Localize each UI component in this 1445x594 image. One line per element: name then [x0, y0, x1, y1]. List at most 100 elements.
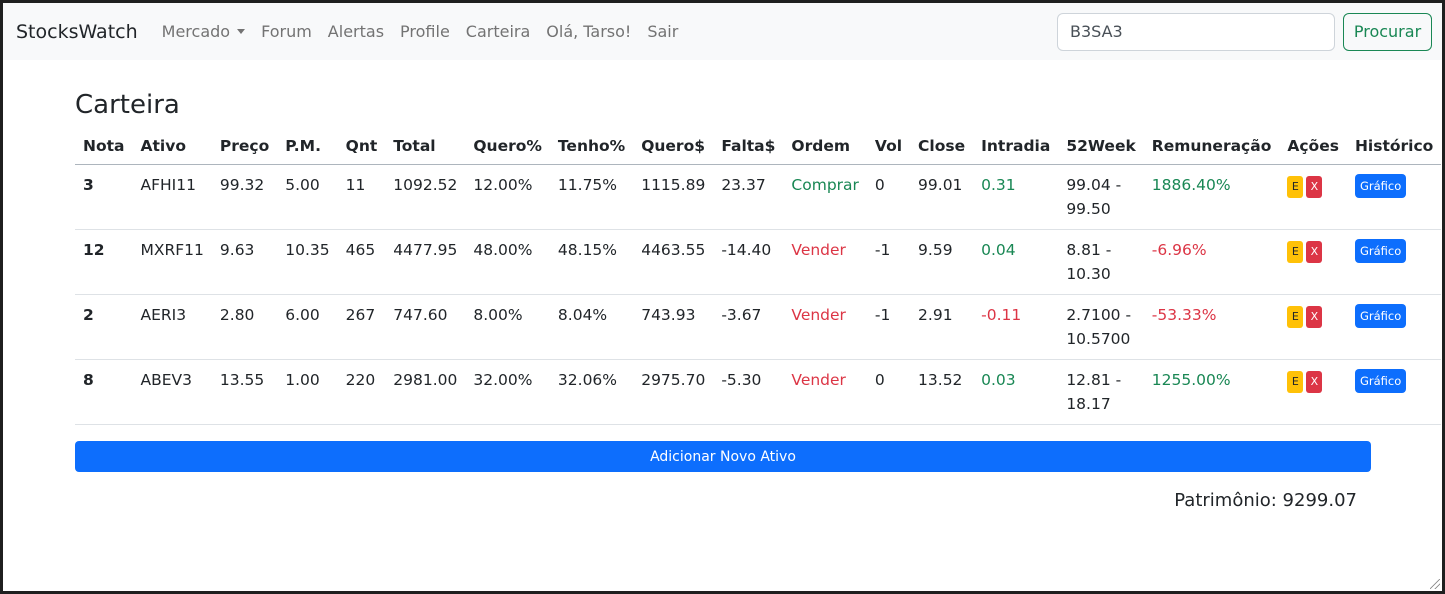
delete-button[interactable]: X	[1306, 176, 1323, 198]
delete-button[interactable]: X	[1306, 306, 1323, 328]
cell-total: 747.60	[385, 294, 466, 360]
col-header: Histórico	[1346, 129, 1442, 165]
cell-quero-pct: 32.00%	[465, 359, 550, 425]
cell-vol: -1	[866, 294, 911, 360]
cell-acoes: EX	[1279, 229, 1347, 295]
delete-button[interactable]: X	[1306, 241, 1323, 263]
cell-tenho-pct: 8.04%	[549, 294, 634, 360]
cell-tenho-pct: 11.75%	[549, 164, 634, 230]
table-row: 3 AFHI11 99.32 5.00 11 1092.52 12.00% 11…	[75, 164, 1442, 230]
cell-qnt: 465	[337, 229, 386, 295]
col-header: Vol	[866, 129, 911, 165]
cell-vol: 0	[866, 164, 911, 230]
cell-nota: 2	[75, 294, 133, 360]
nav-item-alertas[interactable]: Alertas	[328, 22, 384, 41]
col-header: P.M.	[277, 129, 338, 165]
cell-pm: 1.00	[277, 359, 338, 425]
cell-falta: -3.67	[713, 294, 784, 360]
cell-52week: 99.04 - 99.50	[1058, 164, 1144, 230]
cell-nota: 12	[75, 229, 133, 295]
cell-historico: Gráfico	[1346, 294, 1442, 360]
cell-nota: 3	[75, 164, 133, 230]
col-header: Nota	[75, 129, 133, 165]
cell-total: 4477.95	[385, 229, 466, 295]
cell-total: 2981.00	[385, 359, 466, 425]
cell-quero-val: 2975.70	[633, 359, 714, 425]
search-form: Procurar	[1057, 12, 1432, 51]
nav-item-carteira[interactable]: Carteira	[466, 22, 531, 41]
page-title: Carteira	[75, 90, 180, 120]
grafico-button[interactable]: Gráfico	[1354, 304, 1407, 328]
cell-ativo: AERI3	[132, 294, 212, 360]
grafico-button[interactable]: Gráfico	[1354, 369, 1407, 393]
portfolio-table: Nota Ativo Preço P.M. Qnt Total Quero% T…	[75, 129, 1442, 425]
cell-intradia: 0.04	[973, 229, 1059, 295]
col-header: Total	[385, 129, 466, 165]
cell-qnt: 267	[337, 294, 386, 360]
grafico-button[interactable]: Gráfico	[1354, 239, 1407, 263]
cell-quero-pct: 12.00%	[465, 164, 550, 230]
cell-preco: 13.55	[211, 359, 278, 425]
nav-menu: Mercado Forum Alertas Profile Carteira O…	[162, 22, 695, 41]
cell-quero-val: 743.93	[633, 294, 714, 360]
main-content: Carteira Nota Ativo Preço P.M. Qnt Total…	[75, 60, 1442, 511]
col-header: Ações	[1279, 129, 1347, 165]
cell-close: 13.52	[910, 359, 974, 425]
cell-intradia: -0.11	[973, 294, 1059, 360]
cell-historico: Gráfico	[1346, 359, 1442, 425]
delete-button[interactable]: X	[1306, 371, 1323, 393]
cell-remuneracao: 1886.40%	[1143, 164, 1280, 230]
cell-ativo: MXRF11	[132, 229, 212, 295]
cell-quero-val: 1115.89	[633, 164, 714, 230]
resize-grip-icon[interactable]	[1430, 579, 1440, 589]
cell-ordem: Vender	[783, 229, 867, 295]
search-button[interactable]: Procurar	[1343, 12, 1432, 51]
cell-total: 1092.52	[385, 164, 466, 230]
cell-52week: 8.81 - 10.30	[1058, 229, 1144, 295]
nav-item-forum[interactable]: Forum	[261, 22, 312, 41]
cell-preco: 2.80	[211, 294, 278, 360]
cell-pm: 5.00	[277, 164, 338, 230]
cell-historico: Gráfico	[1346, 229, 1442, 295]
nav-item-mercado[interactable]: Mercado	[162, 22, 246, 41]
col-header: Quero%	[465, 129, 550, 165]
edit-button[interactable]: E	[1287, 306, 1304, 328]
cell-remuneracao: -6.96%	[1143, 229, 1280, 295]
brand-logo[interactable]: StocksWatch	[16, 21, 138, 43]
cell-vol: 0	[866, 359, 911, 425]
col-header: Quero$	[633, 129, 714, 165]
cell-ativo: ABEV3	[132, 359, 212, 425]
col-header: Preço	[211, 129, 278, 165]
cell-historico: Gráfico	[1346, 164, 1442, 230]
cell-close: 99.01	[910, 164, 974, 230]
cell-ordem: Vender	[783, 294, 867, 360]
cell-falta: -5.30	[713, 359, 784, 425]
cell-remuneracao: 1255.00%	[1143, 359, 1280, 425]
add-asset-button[interactable]: Adicionar Novo Ativo	[75, 441, 1371, 472]
nav-item-profile[interactable]: Profile	[400, 22, 450, 41]
edit-button[interactable]: E	[1287, 176, 1304, 198]
col-header: Close	[910, 129, 974, 165]
col-header: Ordem	[783, 129, 867, 165]
grafico-button[interactable]: Gráfico	[1354, 174, 1407, 198]
cell-ordem: Vender	[783, 359, 867, 425]
nav-item-greeting[interactable]: Olá, Tarso!	[546, 22, 631, 41]
edit-button[interactable]: E	[1287, 371, 1304, 393]
cell-falta: -14.40	[713, 229, 784, 295]
col-header: Ativo	[132, 129, 212, 165]
cell-quero-pct: 8.00%	[465, 294, 550, 360]
cell-tenho-pct: 32.06%	[549, 359, 634, 425]
cell-52week: 2.7100 - 10.5700	[1058, 294, 1144, 360]
col-header: Qnt	[337, 129, 386, 165]
cell-acoes: EX	[1279, 294, 1347, 360]
cell-qnt: 11	[337, 164, 386, 230]
table-row: 2 AERI3 2.80 6.00 267 747.60 8.00% 8.04%…	[75, 294, 1442, 360]
cell-acoes: EX	[1279, 359, 1347, 425]
cell-remuneracao: -53.33%	[1143, 294, 1280, 360]
search-input[interactable]	[1057, 12, 1335, 51]
edit-button[interactable]: E	[1287, 241, 1304, 263]
patrimonio-total: Patrimônio: 9299.07	[1174, 490, 1357, 511]
cell-ordem: Comprar	[783, 164, 867, 230]
cell-acoes: EX	[1279, 164, 1347, 230]
nav-item-sair[interactable]: Sair	[647, 22, 678, 41]
